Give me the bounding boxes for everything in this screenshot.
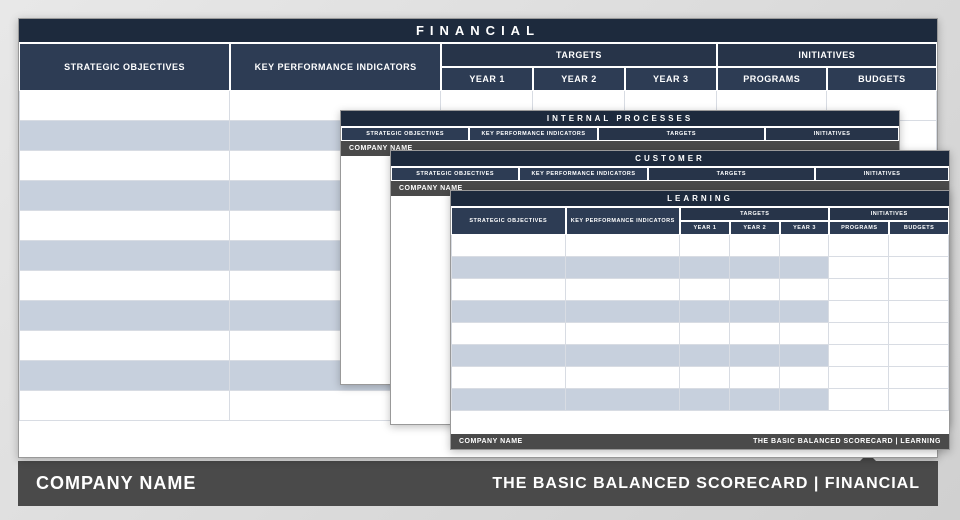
table-body <box>451 235 949 434</box>
col-strategic: STRATEGIC OBJECTIVES <box>451 207 566 235</box>
panel-learning: LEARNING STRATEGIC OBJECTIVES KEY PERFOR… <box>450 190 950 450</box>
col-year1: YEAR 1 <box>680 221 730 235</box>
footer-company: COMPANY NAME <box>459 438 523 445</box>
panel-footer: COMPANY NAME THE BASIC BALANCED SCORECAR… <box>451 434 949 449</box>
page-footer-title: THE BASIC BALANCED SCORECARD | FINANCIAL <box>492 475 920 493</box>
col-budgets: BUDGETS <box>889 221 949 235</box>
col-year1: YEAR 1 <box>441 67 533 91</box>
col-programs: PROGRAMS <box>717 67 827 91</box>
col-year3: YEAR 3 <box>780 221 830 235</box>
panel-title-internal: INTERNAL PROCESSES <box>341 111 899 127</box>
col-kpi: KEY PERFORMANCE INDICATORS <box>519 167 647 181</box>
col-kpi: KEY PERFORMANCE INDICATORS <box>566 207 681 235</box>
col-kpi: KEY PERFORMANCE INDICATORS <box>230 43 441 91</box>
col-year2: YEAR 2 <box>730 221 780 235</box>
col-budgets: BUDGETS <box>827 67 937 91</box>
col-initiatives-group: INITIATIVES <box>815 167 949 181</box>
col-strategic: STRATEGIC OBJECTIVES <box>19 43 230 91</box>
col-kpi: KEY PERFORMANCE INDICATORS <box>469 127 597 141</box>
footer-title: THE BASIC BALANCED SCORECARD | LEARNING <box>753 438 941 445</box>
col-programs: PROGRAMS <box>829 221 889 235</box>
col-targets-group: TARGETS <box>680 207 829 221</box>
panel-title-financial: FINANCIAL <box>19 19 937 43</box>
page-footer: COMPANY NAME THE BASIC BALANCED SCORECAR… <box>18 461 938 506</box>
col-initiatives-group: INITIATIVES <box>829 207 949 221</box>
panel-title-learning: LEARNING <box>451 191 949 207</box>
col-targets-group: TARGETS <box>598 127 765 141</box>
panel-title-customer: CUSTOMER <box>391 151 949 167</box>
col-targets-group: TARGETS <box>441 43 716 67</box>
page-footer-company: COMPANY NAME <box>36 473 196 494</box>
col-initiatives-group: INITIATIVES <box>765 127 899 141</box>
col-strategic: STRATEGIC OBJECTIVES <box>341 127 469 141</box>
col-year2: YEAR 2 <box>533 67 625 91</box>
col-strategic: STRATEGIC OBJECTIVES <box>391 167 519 181</box>
col-targets-group: TARGETS <box>648 167 815 181</box>
col-year3: YEAR 3 <box>625 67 717 91</box>
col-initiatives-group: INITIATIVES <box>717 43 937 67</box>
